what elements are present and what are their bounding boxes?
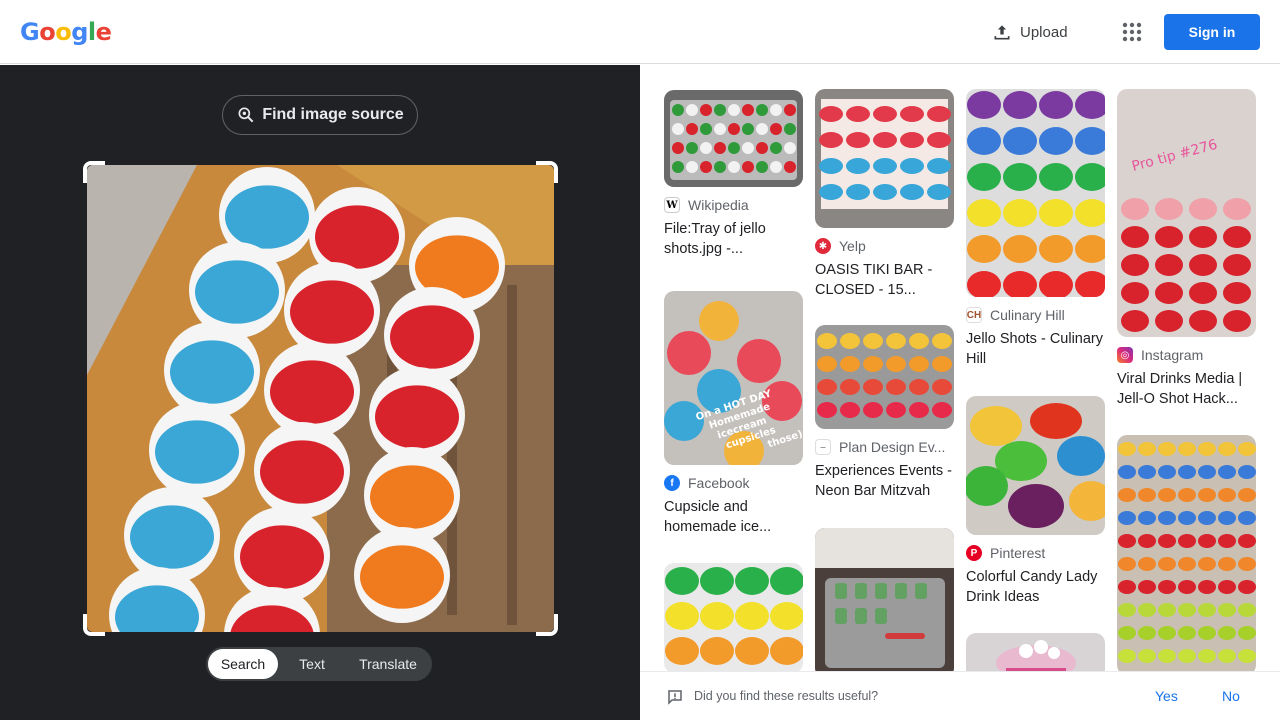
feedback-icon: [668, 690, 682, 705]
result-source: ◎ Instagram: [1117, 347, 1256, 363]
result-source: W Wikipedia: [664, 197, 803, 213]
result-thumbnail: [664, 90, 803, 187]
source-name: Facebook: [688, 475, 750, 491]
result-title: Colorful Candy Lady Drink Ideas: [966, 569, 1098, 605]
result-title: Experiences Events - Neon Bar Mitzvah: [815, 463, 953, 499]
culinary-hill-icon: CH: [966, 307, 982, 323]
result-card[interactable]: W Wikipedia File:Tray of jello shots.jpg…: [664, 90, 803, 259]
find-image-source-button[interactable]: Find image source: [222, 95, 418, 135]
result-card[interactable]: P Pinterest Colorful Candy Lady Drink Id…: [966, 396, 1105, 607]
result-thumbnail: [1117, 435, 1256, 671]
plan-design-icon: –: [815, 439, 831, 455]
result-thumbnail: [815, 528, 954, 671]
apps-grid-icon[interactable]: [1120, 20, 1144, 44]
feedback-bar: Did you find these results useful? Yes N…: [640, 671, 1280, 720]
source-name: Instagram: [1141, 347, 1204, 363]
tab-search[interactable]: Search: [208, 649, 278, 679]
feedback-question: Did you find these results useful?: [694, 689, 879, 703]
result-title: File:Tray of jello shots.jpg -...: [664, 221, 766, 257]
visual-matches-grid: W Wikipedia File:Tray of jello shots.jpg…: [640, 65, 1280, 671]
result-card[interactable]: CH Culinary Hill Jello Shots - Culinary …: [966, 89, 1105, 369]
crop-handle-bottom-left[interactable]: [83, 614, 105, 636]
result-thumbnail: Pro tip #276: [1117, 89, 1256, 337]
pinterest-icon: P: [966, 545, 982, 561]
result-source: – Plan Design Ev...: [815, 439, 954, 455]
query-image: [87, 165, 554, 632]
crop-handle-bottom-right[interactable]: [536, 614, 558, 636]
facebook-icon: f: [664, 475, 680, 491]
result-card[interactable]: ✱ Yelp OASIS TIKI BAR - CLOSED - 15...: [815, 89, 954, 300]
result-thumbnail: [664, 563, 803, 671]
result-thumbnail: [966, 633, 1105, 671]
crop-handle-top-right[interactable]: [536, 161, 558, 183]
crop-selection[interactable]: [83, 161, 558, 636]
google-logo[interactable]: Google: [20, 18, 112, 46]
result-thumbnail: [815, 89, 954, 228]
result-source: ✱ Yelp: [815, 238, 954, 254]
feedback-no-button[interactable]: No: [1222, 688, 1240, 704]
result-title: Viral Drinks Media | Jell-O Shot Hack...: [1117, 371, 1243, 407]
result-title: OASIS TIKI BAR - CLOSED - 15...: [815, 262, 933, 298]
source-name: Culinary Hill: [990, 307, 1065, 323]
crop-handle-top-left[interactable]: [83, 161, 105, 183]
upload-label: Upload: [1020, 23, 1068, 41]
result-title: Cupsicle and homemade ice...: [664, 499, 772, 535]
feedback-yes-button[interactable]: Yes: [1155, 688, 1178, 704]
upload-button[interactable]: Upload: [992, 20, 1068, 44]
result-card[interactable]: [815, 528, 954, 671]
upload-icon: [994, 25, 1010, 40]
result-card[interactable]: Pro tip #276 ◎ Instagram Viral Drinks Me…: [1117, 89, 1256, 409]
top-bar: Google Upload Sign in: [0, 0, 1280, 64]
result-source: P Pinterest: [966, 545, 1105, 561]
result-source: f Facebook: [664, 475, 803, 491]
instagram-icon: ◎: [1117, 347, 1133, 363]
result-card[interactable]: – Plan Design Ev... Experiences Events -…: [815, 325, 954, 501]
sign-in-button[interactable]: Sign in: [1164, 14, 1260, 50]
source-name: Pinterest: [990, 545, 1046, 561]
result-thumbnail: [966, 89, 1105, 297]
result-thumbnail: On a HOT DAY Homemade icecream cupsicles…: [664, 291, 803, 465]
result-card[interactable]: [966, 633, 1105, 671]
result-card[interactable]: [664, 563, 803, 671]
mode-tabs: Search Text Translate: [206, 647, 432, 681]
find-image-source-label: Find image source: [262, 106, 404, 123]
tab-translate[interactable]: Translate: [346, 649, 430, 679]
result-card[interactable]: [1117, 435, 1256, 671]
tab-text[interactable]: Text: [278, 649, 346, 679]
result-thumbnail: [966, 396, 1105, 535]
result-title: Jello Shots - Culinary Hill: [966, 331, 1103, 367]
source-name: Wikipedia: [688, 197, 749, 213]
source-name: Yelp: [839, 238, 866, 254]
query-image-panel: Find image source Search Text Translate: [0, 65, 640, 720]
result-card[interactable]: On a HOT DAY Homemade icecream cupsicles…: [664, 291, 803, 537]
source-name: Plan Design Ev...: [839, 439, 946, 455]
yelp-icon: ✱: [815, 238, 831, 254]
wikipedia-icon: W: [664, 197, 680, 213]
lens-search-icon: [238, 107, 254, 123]
result-thumbnail: [815, 325, 954, 429]
result-source: CH Culinary Hill: [966, 307, 1105, 323]
